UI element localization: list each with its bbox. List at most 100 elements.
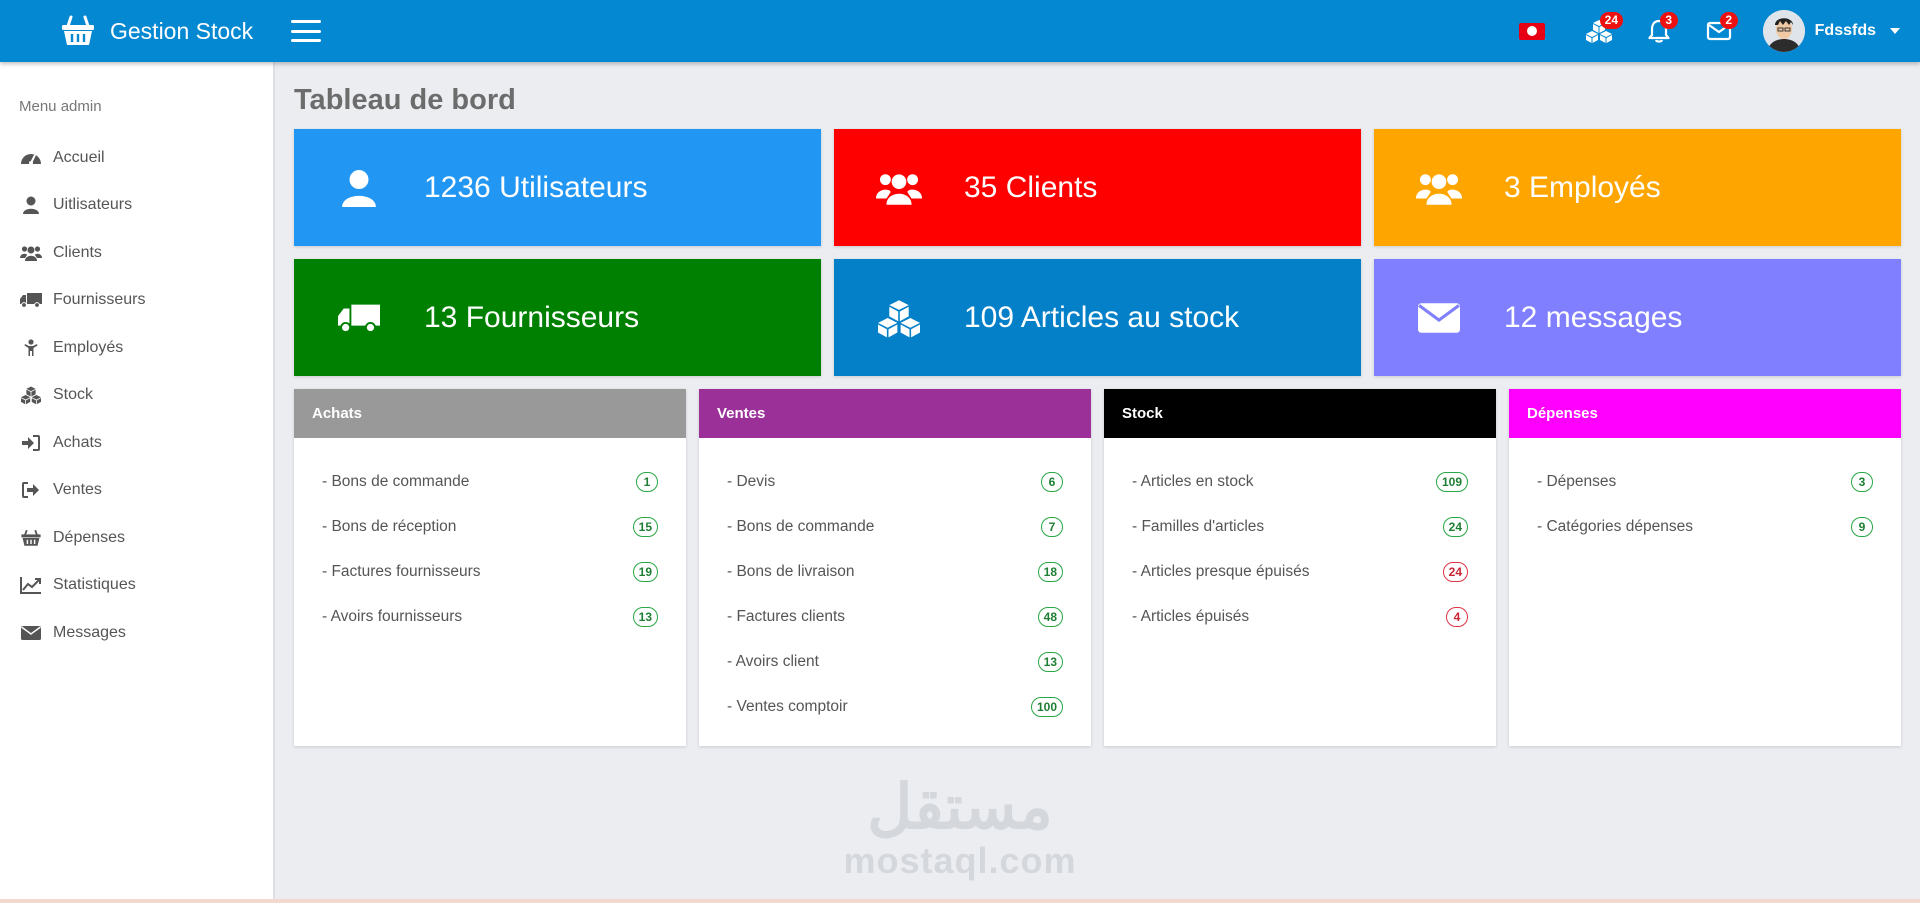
sidebar-item-stock[interactable]: Stock	[0, 372, 273, 420]
users-icon	[870, 163, 928, 213]
count-badge: 13	[1037, 651, 1063, 672]
stat-label: 12 messages	[1504, 300, 1683, 334]
sign-out-icon	[19, 480, 43, 500]
stat-cards: 1236 Utilisateurs 35 Clients 3 Employés …	[294, 129, 1901, 376]
stat-card-articles[interactable]: 109 Articles au stock	[834, 259, 1361, 376]
cubes-icon	[870, 293, 928, 343]
menu-toggle-button[interactable]	[290, 18, 322, 44]
sidebar: Menu admin Accueil Uitlisateurs Clients …	[0, 62, 275, 903]
basket-icon	[19, 528, 43, 548]
panel-stock: Stock - Articles en stock 109 - Familles …	[1104, 389, 1496, 746]
user-name: Fdssfds	[1814, 22, 1876, 39]
count-badge: 7	[1041, 516, 1063, 537]
user-menu[interactable]: Fdssfds	[1762, 10, 1900, 52]
envelope-icon	[19, 623, 43, 643]
count-badge: 1	[636, 471, 658, 492]
count-badge: 100	[1030, 696, 1063, 717]
truck-icon	[19, 290, 43, 310]
stat-card-messages[interactable]: 12 messages	[1374, 259, 1901, 376]
count-badge: 19	[632, 561, 658, 582]
user-icon	[330, 163, 388, 213]
watermark: مستقل mostaql.com	[840, 775, 1080, 881]
count-badge: 24	[1442, 516, 1468, 537]
stat-label: 13 Fournisseurs	[424, 300, 640, 334]
count-badge: 3	[1851, 471, 1873, 492]
tunisia-flag-icon[interactable]	[1518, 22, 1545, 40]
count-badge: 18	[1037, 561, 1063, 582]
stat-card-fournisseurs[interactable]: 13 Fournisseurs	[294, 259, 821, 376]
brand[interactable]: Gestion Stock	[60, 0, 253, 62]
sidebar-title: Menu admin	[19, 98, 102, 115]
panel-header: Ventes	[699, 389, 1091, 438]
list-item[interactable]: - Articles épuisés 4	[1132, 594, 1468, 639]
list-item[interactable]: - Factures clients 48	[727, 594, 1063, 639]
panel-header: Stock	[1104, 389, 1496, 438]
count-badge: 15	[632, 516, 658, 537]
list-item[interactable]: - Bons de réception 15	[322, 504, 658, 549]
main-content: Tableau de bord 1236 Utilisateurs 35 Cli…	[294, 62, 1901, 746]
count-badge: 109	[1435, 471, 1468, 492]
sidebar-item-accueil[interactable]: Accueil	[0, 134, 273, 182]
list-item[interactable]: - Avoirs client 13	[727, 639, 1063, 684]
watermark-latin: mostaql.com	[843, 840, 1077, 881]
line-chart-icon	[19, 575, 43, 595]
stock-badge: 24	[1599, 12, 1624, 29]
sidebar-item-depenses[interactable]: Dépenses	[0, 514, 273, 562]
count-badge: 4	[1446, 606, 1468, 627]
chevron-down-icon	[1890, 28, 1900, 34]
stat-label: 109 Articles au stock	[964, 300, 1240, 334]
notifications-badge: 3	[1659, 12, 1678, 29]
panel-header: Achats	[294, 389, 686, 438]
truck-icon	[330, 293, 388, 343]
sidebar-item-messages[interactable]: Messages	[0, 609, 273, 657]
app-name: Gestion Stock	[110, 17, 254, 44]
list-item[interactable]: - Familles d'articles 24	[1132, 504, 1468, 549]
stat-card-clients[interactable]: 35 Clients	[834, 129, 1361, 246]
list-item[interactable]: - Avoirs fournisseurs 13	[322, 594, 658, 639]
sidebar-item-statistiques[interactable]: Statistiques	[0, 562, 273, 610]
list-item[interactable]: - Bons de commande 7	[727, 504, 1063, 549]
users-icon	[19, 243, 43, 263]
summary-panels: Achats - Bons de commande 1 - Bons de réc…	[294, 389, 1901, 746]
stat-card-employes[interactable]: 3 Employés	[1374, 129, 1901, 246]
bottom-divider	[0, 899, 1920, 903]
sidebar-item-utilisateurs[interactable]: Uitlisateurs	[0, 182, 273, 230]
list-item[interactable]: - Dépenses 3	[1537, 459, 1873, 504]
list-item[interactable]: - Articles en stock 109	[1132, 459, 1468, 504]
employee-icon	[19, 338, 43, 358]
count-badge: 48	[1037, 606, 1063, 627]
avatar	[1762, 10, 1805, 52]
cubes-icon	[19, 385, 43, 405]
watermark-arabic: مستقل	[867, 773, 1053, 842]
list-item[interactable]: - Catégories dépenses 9	[1537, 504, 1873, 549]
stat-label: 3 Employés	[1504, 170, 1661, 204]
sidebar-item-employes[interactable]: Employés	[0, 324, 273, 372]
stock-alerts-button[interactable]: 24	[1583, 12, 1624, 47]
stat-card-utilisateurs[interactable]: 1236 Utilisateurs	[294, 129, 821, 246]
count-badge: 6	[1041, 471, 1063, 492]
list-item[interactable]: - Articles presque épuisés 24	[1132, 549, 1468, 594]
list-item[interactable]: - Ventes comptoir 100	[727, 684, 1063, 729]
list-item[interactable]: - Bons de commande 1	[322, 459, 658, 504]
sidebar-item-ventes[interactable]: Ventes	[0, 467, 273, 515]
notifications-button[interactable]: 3	[1643, 12, 1678, 47]
list-item[interactable]: - Devis 6	[727, 459, 1063, 504]
list-item[interactable]: - Factures fournisseurs 19	[322, 549, 658, 594]
dashboard-icon	[19, 148, 43, 168]
count-badge: 24	[1442, 561, 1468, 582]
sidebar-item-fournisseurs[interactable]: Fournisseurs	[0, 277, 273, 325]
count-badge: 13	[632, 606, 658, 627]
panel-depenses: Dépenses - Dépenses 3 - Catégories dépens…	[1509, 389, 1901, 746]
messages-button[interactable]: 2	[1703, 12, 1738, 47]
sidebar-item-achats[interactable]: Achats	[0, 419, 273, 467]
envelope-icon	[1410, 293, 1468, 343]
sign-in-icon	[19, 433, 43, 453]
panel-ventes: Ventes - Devis 6 - Bons de commande 7 - Bo…	[699, 389, 1091, 746]
list-item[interactable]: - Bons de livraison 18	[727, 549, 1063, 594]
stat-label: 1236 Utilisateurs	[424, 170, 648, 204]
top-navbar: Gestion Stock 24 3 2 Fdssfds	[0, 0, 1920, 62]
sidebar-item-clients[interactable]: Clients	[0, 229, 273, 277]
messages-badge: 2	[1719, 12, 1738, 29]
basket-logo-icon	[62, 15, 94, 45]
panel-header: Dépenses	[1509, 389, 1901, 438]
